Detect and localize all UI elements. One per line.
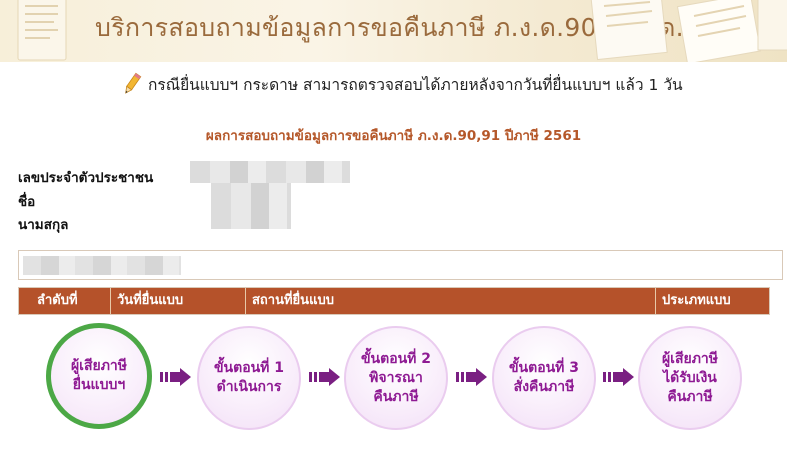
arrow-right-icon — [603, 368, 634, 386]
column-header-form-type: ประเภทแบบ — [662, 293, 731, 308]
step-2-review-refund: ขั้นตอนที่ 2 พิจารณา คืนภาษี — [344, 326, 448, 430]
surname-label: นามสกุล — [18, 217, 69, 233]
step-taxpayer-filed: ผู้เสียภาษี ยื่นแบบฯ — [46, 323, 152, 429]
arrow-right-icon — [160, 368, 191, 386]
step-3-order-refund: ขั้นตอนที่ 3 สั่งคืนภาษี — [492, 326, 596, 430]
arrow-right-icon — [309, 368, 340, 386]
document-decoration-icon — [17, 0, 67, 61]
result-title: ผลการสอบถามข้อมูลการขอคืนภาษี ภ.ง.ด.90,9… — [205, 128, 582, 144]
step-label: ผู้เสียภาษี ได้รับเงิน คืนภาษี — [661, 350, 719, 405]
header-banner: บริการสอบถามข้อมูลการขอคืนภาษี ภ.ง.ด.90,… — [0, 0, 787, 62]
step-label: ขั้นตอนที่ 1 ดำเนินการ — [213, 360, 285, 395]
name-label: ชื่อ — [18, 194, 36, 210]
id-number-label: เลขประจำตัวประชาชน — [18, 170, 154, 186]
id-number-value — [190, 161, 350, 183]
notice: กรณียื่นแบบฯ กระดาษ สามารถตรวจสอบได้ภายห… — [122, 70, 683, 98]
name-value — [211, 183, 291, 205]
status-box — [18, 250, 783, 280]
papers-decoration-icon — [590, 0, 787, 62]
arrow-right-icon — [456, 368, 487, 386]
column-header-filing-place: สถานที่ยื่นแบบ — [246, 288, 656, 314]
notice-text: กรณียื่นแบบฯ กระดาษ สามารถตรวจสอบได้ภายห… — [148, 75, 683, 94]
status-value — [23, 256, 181, 275]
column-header-filing-date: วันที่ยื่นแบบ — [111, 288, 246, 314]
column-header-number: ลำดับที่ — [19, 288, 111, 314]
filing-table-header: ลำดับที่ วันที่ยื่นแบบ สถานที่ยื่นแบบ ปร… — [18, 287, 770, 315]
pencil-icon — [125, 72, 142, 94]
step-1-processing: ขั้นตอนที่ 1 ดำเนินการ — [197, 326, 301, 430]
step-label: ขั้นตอนที่ 3 สั่งคืนภาษี — [508, 360, 580, 395]
step-taxpayer-received-refund: ผู้เสียภาษี ได้รับเงิน คืนภาษี — [638, 326, 742, 430]
step-label: ขั้นตอนที่ 2 พิจารณา คืนภาษี — [360, 350, 432, 405]
surname-value — [211, 205, 291, 229]
step-label: ผู้เสียภาษี ยื่นแบบฯ — [70, 358, 128, 393]
